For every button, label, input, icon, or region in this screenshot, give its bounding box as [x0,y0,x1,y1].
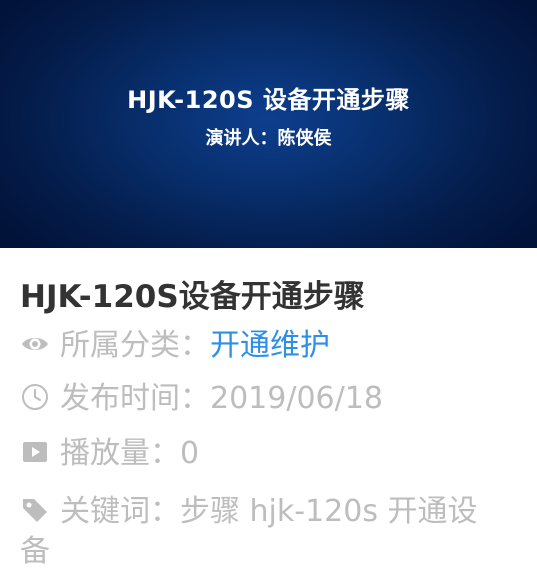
publish-date-value: 2019/06/18 [210,381,383,416]
category-label: 所属分类： [60,328,210,363]
video-cover-banner[interactable]: HJK-120S 设备开通步骤 演讲人：陈侠侯 [0,0,537,248]
clock-icon [20,382,50,412]
category-link[interactable]: 开通维护 [210,328,330,363]
play-count-row: 播放量：0 [20,436,199,472]
video-title: HJK-120S设备开通步骤 [20,279,365,315]
publish-date-label: 发布时间： [60,381,210,416]
play-count-label: 播放量： [60,436,180,471]
banner-title: HJK-120S 设备开通步骤 [127,86,410,114]
eye-icon [20,329,50,359]
category-row: 所属分类：开通维护 [20,328,330,364]
banner-speaker: 演讲人：陈侠侯 [205,128,332,149]
keywords-row: 关键词：步骤 hjk-120s 开通设备 [20,492,490,572]
play-count-value: 0 [180,436,200,471]
play-icon [20,437,50,467]
keywords-label: 关键词： [60,494,180,529]
tag-icon [20,495,50,525]
publish-date-row: 发布时间：2019/06/18 [20,381,383,417]
